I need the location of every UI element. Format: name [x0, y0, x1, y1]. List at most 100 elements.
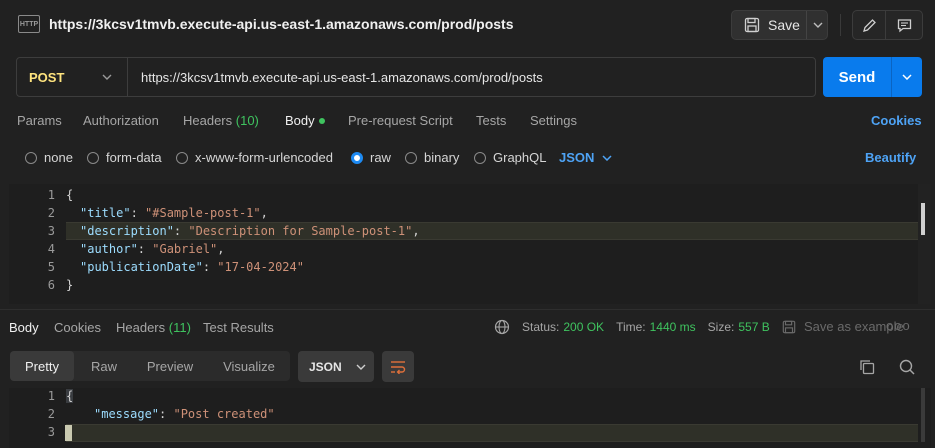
radio-none[interactable]: none: [25, 150, 73, 165]
tab-headers[interactable]: Headers (10): [183, 113, 259, 128]
url-bar: POST https://3kcsv1tmvb.execute-api.us-e…: [16, 57, 816, 97]
json-value: "#Sample-post-1": [145, 206, 261, 220]
comments-button[interactable]: [885, 10, 923, 40]
send-options-button[interactable]: [892, 57, 922, 97]
save-options-button[interactable]: [808, 15, 828, 35]
radio-label: raw: [370, 150, 391, 165]
line-number: 2: [47, 206, 55, 220]
radio-label: form-data: [106, 150, 162, 165]
size-value[interactable]: 557 B: [738, 320, 769, 334]
response-tab-cookies[interactable]: Cookies: [54, 320, 101, 335]
tab-authorization[interactable]: Authorization: [83, 113, 159, 128]
json-value: "17-04-2024": [217, 260, 304, 274]
method-label: POST: [29, 69, 65, 85]
response-language-select[interactable]: JSON: [298, 351, 374, 382]
current-line-highlight: [66, 424, 918, 442]
save-label: Save: [768, 17, 800, 33]
status-value[interactable]: 200 OK: [563, 320, 604, 334]
response-tab-test-results[interactable]: Test Results: [203, 320, 274, 335]
view-tab-preview[interactable]: Preview: [134, 351, 206, 381]
tab-headers-label: Headers: [183, 113, 233, 128]
code-line: "publicationDate": "17-04-2024": [80, 260, 304, 274]
radio-label: binary: [424, 150, 460, 165]
header-divider: [840, 14, 841, 36]
response-headers-count: (11): [168, 320, 191, 335]
json-key: "publicationDate": [80, 260, 203, 274]
response-scrollbar[interactable]: [921, 388, 925, 442]
radio-circle: [474, 151, 486, 164]
chevron-down-icon: [902, 74, 912, 80]
tab-body-label: Body: [285, 113, 315, 128]
json-key: "author": [80, 242, 138, 256]
radio-circle-selected: [351, 151, 363, 164]
method-divider: [127, 58, 128, 96]
radio-circle: [405, 151, 417, 164]
response-divider: [0, 309, 935, 310]
headers-count: (10): [235, 113, 259, 128]
send-button-group: Send: [823, 57, 922, 97]
editor-scrollbar[interactable]: [921, 203, 925, 235]
editor-scrollbar-track: [918, 184, 931, 304]
radio-binary[interactable]: binary: [405, 150, 459, 165]
response-tab-headers[interactable]: Headers (11): [116, 320, 191, 335]
json-open-brace: {: [66, 188, 74, 202]
search-icon[interactable]: [898, 358, 916, 376]
line-number: 6: [47, 278, 55, 292]
tab-prerequest-script[interactable]: Pre-request Script: [348, 113, 453, 128]
request-body-editor[interactable]: 1 2 3 4 5 6 { "title": "#Sample-post-1",…: [9, 184, 931, 304]
view-tab-raw[interactable]: Raw: [76, 351, 132, 381]
copy-icon[interactable]: [858, 358, 876, 376]
beautify-link[interactable]: Beautify: [865, 150, 916, 165]
radio-label: GraphQL: [493, 150, 547, 165]
size-label: Size:: [707, 320, 735, 334]
radio-circle: [176, 151, 188, 164]
radio-label: none: [44, 150, 73, 165]
text-cursor: [65, 425, 72, 441]
line-number: 5: [47, 260, 55, 274]
edit-button[interactable]: [852, 10, 886, 40]
code-line: {: [66, 389, 74, 403]
chevron-down-icon: [813, 22, 823, 28]
url-input[interactable]: https://3kcsv1tmvb.execute-api.us-east-1…: [141, 70, 543, 85]
radio-form-data[interactable]: form-data: [87, 150, 162, 165]
response-tab-headers-label: Headers: [116, 320, 166, 335]
line-number: 1: [47, 188, 55, 202]
save-button[interactable]: Save: [732, 11, 806, 39]
save-button-group: Save: [731, 10, 828, 40]
response-language-label: JSON: [309, 359, 342, 374]
tab-tests[interactable]: Tests: [476, 113, 506, 128]
more-options-icon[interactable]: ooo: [886, 318, 911, 333]
json-open-brace: {: [66, 389, 74, 403]
response-tab-body[interactable]: Body: [9, 320, 39, 335]
radio-raw[interactable]: raw: [351, 150, 391, 165]
json-value: "Gabriel": [152, 242, 218, 256]
line-number: 2: [47, 407, 55, 421]
view-tab-visualize[interactable]: Visualize: [208, 351, 290, 381]
body-language-select[interactable]: JSON: [559, 150, 612, 165]
method-select[interactable]: POST: [17, 58, 127, 96]
response-body-viewer[interactable]: 1 2 3 { "message": "Post created" }: [9, 388, 931, 448]
json-value: "Description for Sample-post-1": [188, 224, 413, 238]
wrap-lines-button[interactable]: [382, 351, 414, 382]
view-tab-pretty[interactable]: Pretty: [10, 351, 74, 381]
chevron-down-icon: [602, 154, 612, 161]
response-view-tabs: Pretty Raw Preview Visualize: [10, 351, 290, 381]
send-button[interactable]: Send: [823, 57, 891, 97]
cookies-link[interactable]: Cookies: [871, 113, 922, 128]
code-line: "message": "Post created": [94, 407, 275, 421]
floppy-disk-icon: [782, 320, 796, 333]
floppy-disk-icon: [744, 17, 760, 33]
request-title[interactable]: https://3kcsv1tmvb.execute-api.us-east-1…: [49, 16, 513, 32]
radio-urlencoded[interactable]: x-www-form-urlencoded: [176, 150, 333, 165]
http-request-icon: HTTP: [18, 15, 40, 33]
globe-icon[interactable]: [494, 319, 510, 335]
code-line: "author": "Gabriel",: [80, 242, 225, 256]
tab-settings[interactable]: Settings: [530, 113, 577, 128]
radio-graphql[interactable]: GraphQL: [474, 150, 546, 165]
tab-body[interactable]: Body: [285, 113, 325, 128]
tab-params[interactable]: Params: [17, 113, 62, 128]
time-value[interactable]: 1440 ms: [650, 320, 696, 334]
radio-circle: [87, 151, 99, 164]
wrap-lines-icon: [391, 360, 406, 374]
line-number: 4: [47, 242, 55, 256]
